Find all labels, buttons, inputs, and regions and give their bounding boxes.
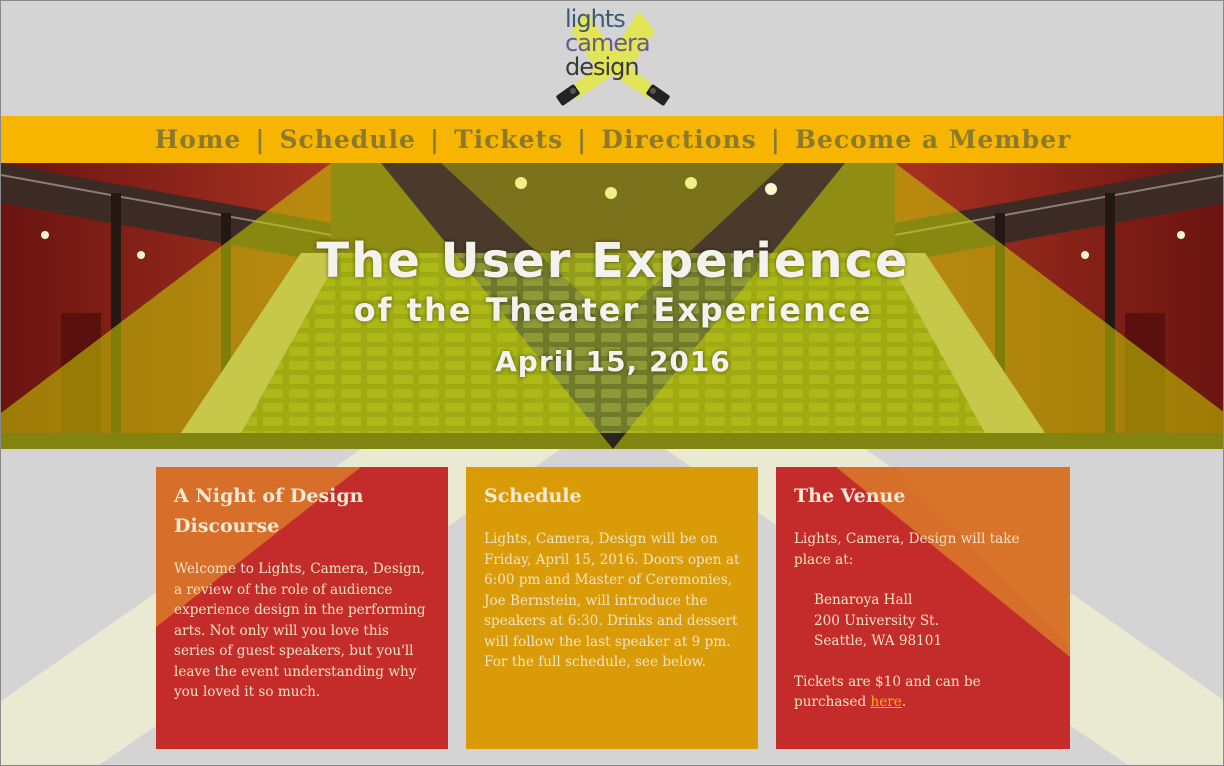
main-nav: Home | Schedule | Tickets | Directions |… <box>1 116 1223 163</box>
venue-card-title: The Venue <box>794 485 906 507</box>
venue-intro: Lights, Camera, Design will take place a… <box>794 531 1020 568</box>
nav-directions[interactable]: Directions <box>601 125 756 154</box>
venue-address-line: Benaroya Hall <box>814 592 913 608</box>
tickets-here-link[interactable]: here <box>870 694 901 710</box>
hero-title-block: The User Experience of the Theater Exper… <box>1 233 1223 379</box>
venue-address: Benaroya Hall 200 University St. Seattle… <box>794 590 1052 652</box>
schedule-card-body: Lights, Camera, Design will be on Friday… <box>484 531 740 670</box>
nav-separator: | <box>577 125 588 154</box>
site-logo[interactable]: lights camera design <box>553 5 673 111</box>
hero-subtitle: of the Theater Experience <box>353 291 873 329</box>
nav-home[interactable]: Home <box>155 125 242 154</box>
venue-card: The Venue Lights, Camera, Design will ta… <box>776 467 1070 749</box>
intro-card-body: Welcome to Lights, Camera, Design, a rev… <box>174 561 426 700</box>
logo-line-camera: camera <box>565 29 651 57</box>
logo-line-design: design <box>565 53 640 81</box>
intro-card-title: A Night of Design Discourse <box>174 485 364 537</box>
venue-address-line: 200 University St. <box>814 612 939 629</box>
schedule-card-title: Schedule <box>484 485 582 507</box>
hero-banner: The User Experience of the Theater Exper… <box>1 163 1223 449</box>
nav-tickets[interactable]: Tickets <box>454 125 563 154</box>
logo-text: lights camera design <box>565 5 651 81</box>
intro-card: A Night of Design Discourse Welcome to L… <box>156 467 448 749</box>
logo-line-lights: lights <box>565 5 626 33</box>
tickets-text: Tickets are $10 and can be purchased her… <box>794 672 1052 713</box>
nav-separator: | <box>770 125 781 154</box>
nav-separator: | <box>429 125 440 154</box>
header: lights camera design <box>1 1 1223 116</box>
nav-schedule[interactable]: Schedule <box>279 125 415 154</box>
page: lights camera design Home | Schedule | T… <box>0 0 1224 766</box>
nav-separator: | <box>255 125 266 154</box>
hero-date: April 15, 2016 <box>495 345 731 378</box>
hero-title: The User Experience <box>316 233 910 289</box>
nav-become-member[interactable]: Become a Member <box>795 125 1072 154</box>
venue-address-line: Seattle, WA 98101 <box>814 633 943 649</box>
tickets-text-end: . <box>901 694 907 710</box>
schedule-card: Schedule Lights, Camera, Design will be … <box>466 467 758 749</box>
